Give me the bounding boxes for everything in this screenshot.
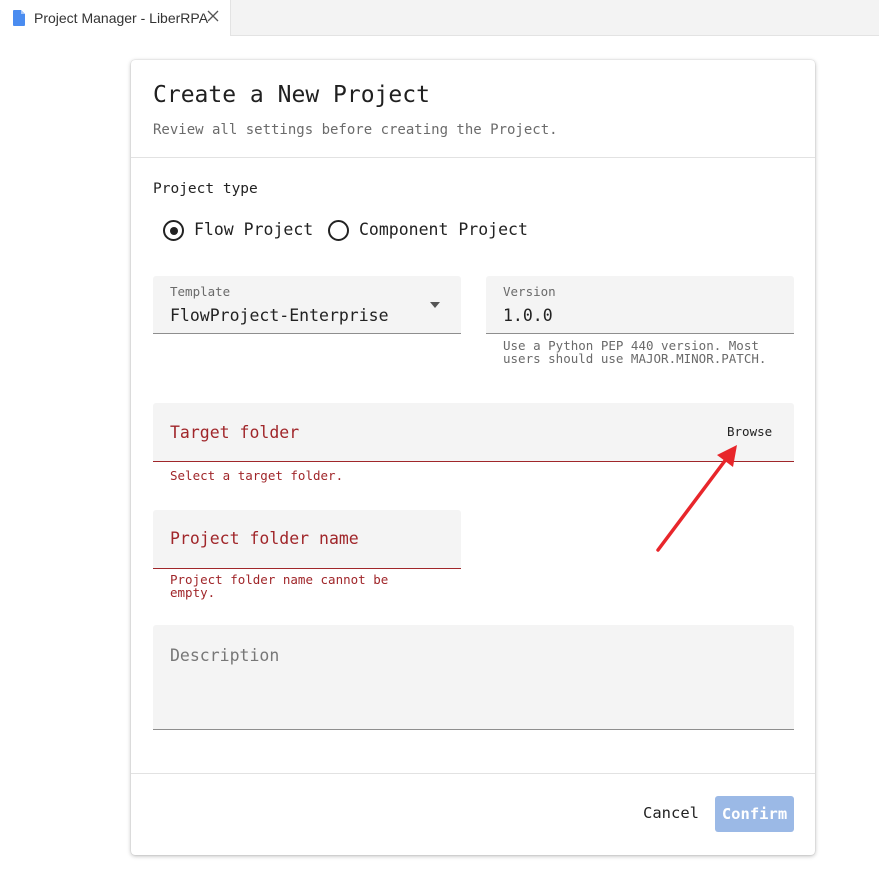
- confirm-button[interactable]: Confirm: [715, 796, 794, 832]
- description-placeholder: Description: [170, 646, 280, 665]
- template-label: Template: [170, 284, 231, 299]
- dropdown-arrow-icon: [430, 302, 440, 308]
- template-value: FlowProject-Enterprise: [170, 306, 389, 325]
- create-project-dialog: Create a New Project Review all settings…: [131, 60, 815, 855]
- radio-flow-project-label: Flow Project: [194, 220, 314, 239]
- version-field[interactable]: Version 1.0.0: [486, 276, 794, 334]
- template-select[interactable]: Template FlowProject-Enterprise: [153, 276, 461, 334]
- dialog-title: Create a New Project: [153, 82, 430, 108]
- project-folder-name-field[interactable]: Project folder name: [153, 510, 461, 569]
- version-value: 1.0.0: [503, 306, 553, 325]
- dialog-subtitle: Review all settings before creating the …: [153, 122, 558, 138]
- browse-button[interactable]: Browse: [723, 422, 776, 441]
- target-folder-error: Select a target folder.: [170, 468, 344, 483]
- radio-flow-project[interactable]: Flow Project: [163, 218, 319, 244]
- description-field[interactable]: Description: [153, 625, 794, 730]
- version-hint: Use a Python PEP 440 version. Most users…: [503, 338, 767, 366]
- close-icon[interactable]: [207, 10, 219, 22]
- header-divider: [131, 157, 815, 158]
- cancel-button[interactable]: Cancel: [643, 804, 699, 822]
- project-folder-name-label: Project folder name: [170, 529, 359, 548]
- file-icon: [13, 10, 25, 26]
- target-folder-label: Target folder: [170, 423, 300, 442]
- tab-project-manager[interactable]: Project Manager - LiberRPA: [0, 0, 231, 36]
- tab-bar: Project Manager - LiberRPA: [0, 0, 879, 36]
- radio-unchecked-icon: [328, 220, 349, 241]
- tab-title: Project Manager - LiberRPA: [34, 10, 209, 26]
- project-folder-name-error: Project folder name cannot be empty.: [170, 572, 389, 600]
- target-folder-field[interactable]: Target folder Browse: [153, 403, 794, 462]
- radio-component-project-label: Component Project: [359, 220, 528, 239]
- footer-divider: [131, 773, 815, 774]
- radio-checked-icon: [163, 220, 184, 241]
- project-type-label: Project type: [153, 181, 258, 197]
- radio-component-project[interactable]: Component Project: [328, 218, 538, 244]
- version-label: Version: [503, 284, 556, 299]
